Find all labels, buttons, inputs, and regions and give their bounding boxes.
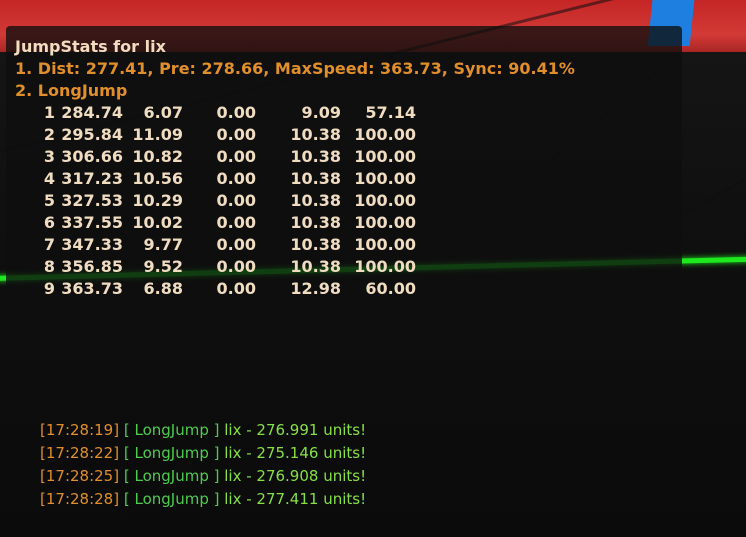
strafe-cell: 100.00 (354, 125, 416, 144)
chat-log: [17:28:19] [ LongJump ] lix - 276.991 un… (40, 419, 366, 511)
jumpstats-summary: 1. Dist: 277.41, Pre: 278.66, MaxSpeed: … (15, 59, 575, 78)
strafe-cell: 0.00 (216, 235, 256, 254)
strafe-cell: 10.82 (132, 147, 183, 166)
strafe-cell: 327.53 (61, 191, 123, 210)
strafe-row: 8 356.85 9.52 0.00 10.38 100.00 (33, 256, 416, 278)
strafe-cell: 0.00 (216, 279, 256, 298)
strafe-cell: 60.00 (365, 279, 416, 298)
strafe-cell: 12.98 (290, 279, 341, 298)
strafe-cell: 100.00 (354, 213, 416, 232)
strafe-cell: 0.00 (216, 191, 256, 210)
strafe-cell: 295.84 (61, 125, 123, 144)
strafe-row: 7 347.33 9.77 0.00 10.38 100.00 (33, 234, 416, 256)
strafe-cell: 10.38 (290, 147, 341, 166)
chat-message: [17:28:22] [ LongJump ] lix - 275.146 un… (40, 442, 366, 465)
chat-timestamp: [17:28:19] (40, 421, 120, 439)
strafe-cell: 337.55 (61, 213, 123, 232)
strafe-cell: 284.74 (61, 103, 123, 122)
strafe-cell: 10.38 (290, 169, 341, 188)
chat-message: [17:28:28] [ LongJump ] lix - 277.411 un… (40, 488, 366, 511)
strafe-cell: 10.38 (290, 257, 341, 276)
strafe-cell: 10.56 (132, 169, 183, 188)
strafe-cell: 10.38 (290, 235, 341, 254)
strafe-cell: 0.00 (216, 213, 256, 232)
strafe-cell: 5 (43, 191, 55, 210)
jumpstats-title: JumpStats for lix (15, 37, 166, 56)
strafe-cell: 0.00 (216, 103, 256, 122)
strafe-cell: 347.33 (61, 235, 123, 254)
strafe-cell: 0.00 (216, 125, 256, 144)
chat-message: [17:28:25] [ LongJump ] lix - 276.908 un… (40, 465, 366, 488)
chat-message-text: lix - 276.908 units! (224, 467, 367, 485)
strafe-cell: 6 (43, 213, 55, 232)
strafe-cell: 1 (43, 103, 55, 122)
strafe-cell: 2 (43, 125, 55, 144)
strafe-cell: 3 (43, 147, 55, 166)
strafe-cell: 9 (43, 279, 55, 298)
chat-message-text: lix - 277.411 units! (224, 490, 367, 508)
jumpstats-panel: JumpStats for lix 1. Dist: 277.41, Pre: … (15, 36, 575, 300)
strafe-cell: 11.09 (132, 125, 183, 144)
strafe-cell: 8 (43, 257, 55, 276)
chat-message: [17:28:19] [ LongJump ] lix - 276.991 un… (40, 419, 366, 442)
strafe-cell: 363.73 (61, 279, 123, 298)
strafe-row: 5 327.53 10.29 0.00 10.38 100.00 (33, 190, 416, 212)
chat-message-text: lix - 275.146 units! (224, 444, 367, 462)
strafe-cell: 317.23 (61, 169, 123, 188)
strafe-row: 6 337.55 10.02 0.00 10.38 100.00 (33, 212, 416, 234)
strafe-cell: 100.00 (354, 169, 416, 188)
strafe-cell: 0.00 (216, 147, 256, 166)
strafe-row: 4 317.23 10.56 0.00 10.38 100.00 (33, 168, 416, 190)
chat-message-text: lix - 276.991 units! (224, 421, 367, 439)
strafe-cell: 100.00 (354, 191, 416, 210)
strafe-cell: 7 (43, 235, 55, 254)
strafe-cell: 0.00 (216, 257, 256, 276)
chat-jump-tag: [ LongJump ] (123, 444, 220, 462)
strafe-cell: 9.09 (301, 103, 341, 122)
strafe-cell: 100.00 (354, 147, 416, 166)
chat-timestamp: [17:28:28] (40, 490, 120, 508)
strafe-cell: 9.77 (143, 235, 183, 254)
strafe-cell: 10.02 (132, 213, 183, 232)
strafe-row: 3 306.66 10.82 0.00 10.38 100.00 (33, 146, 416, 168)
jumpstats-jump-type: 2. LongJump (15, 81, 128, 100)
strafe-cell: 100.00 (354, 235, 416, 254)
strafe-cell: 9.52 (143, 257, 183, 276)
strafe-table: 1 284.74 6.07 0.00 9.09 57.14 2 295.84 11.09 0.00… (33, 102, 416, 300)
chat-jump-tag: [ LongJump ] (123, 467, 220, 485)
strafe-cell: 6.07 (143, 103, 183, 122)
strafe-cell: 10.29 (132, 191, 183, 210)
strafe-row: 1 284.74 6.07 0.00 9.09 57.14 (33, 102, 416, 124)
strafe-cell: 306.66 (61, 147, 123, 166)
strafe-row: 2 295.84 11.09 0.00 10.38 100.00 (33, 124, 416, 146)
strafe-cell: 10.38 (290, 125, 341, 144)
strafe-cell: 4 (43, 169, 55, 188)
strafe-cell: 100.00 (354, 257, 416, 276)
strafe-cell: 57.14 (365, 103, 416, 122)
strafe-cell: 0.00 (216, 169, 256, 188)
strafe-cell: 10.38 (290, 191, 341, 210)
chat-jump-tag: [ LongJump ] (123, 421, 220, 439)
chat-timestamp: [17:28:25] (40, 467, 120, 485)
strafe-cell: 10.38 (290, 213, 341, 232)
chat-jump-tag: [ LongJump ] (123, 490, 220, 508)
strafe-cell: 6.88 (143, 279, 183, 298)
strafe-row: 9 363.73 6.88 0.00 12.98 60.00 (33, 278, 416, 300)
strafe-cell: 356.85 (61, 257, 123, 276)
chat-timestamp: [17:28:22] (40, 444, 120, 462)
